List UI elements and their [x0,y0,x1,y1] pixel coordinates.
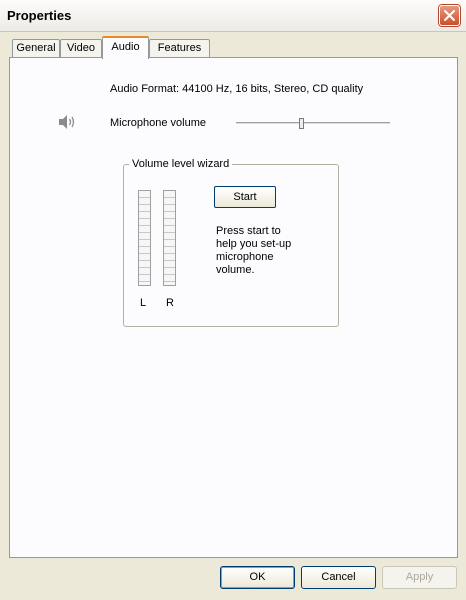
tab-audio[interactable]: Audio [102,36,149,59]
cancel-button[interactable]: Cancel [301,566,376,589]
left-level-meter [138,190,151,286]
wizard-help-text: Press start to help you set-up microphon… [216,225,292,276]
speaker-icon [59,115,75,129]
right-level-meter [163,190,176,286]
close-button[interactable] [439,5,460,26]
title-bar: Properties [0,0,466,32]
microphone-volume-label: Microphone volume [110,117,206,129]
volume-level-wizard-title: Volume level wizard [129,158,233,170]
ok-button[interactable]: OK [220,566,295,589]
right-channel-label: R [166,297,174,309]
tab-features[interactable]: Features [149,39,210,57]
microphone-volume-slider[interactable] [236,122,390,125]
microphone-volume-slider-thumb[interactable] [299,118,304,129]
tab-general[interactable]: General [12,39,60,57]
tab-video[interactable]: Video [60,39,102,57]
audio-format-text: Audio Format: 44100 Hz, 16 bits, Stereo,… [110,83,364,95]
close-icon [444,10,455,21]
left-channel-label: L [140,297,147,309]
window-title: Properties [7,8,72,23]
start-button[interactable]: Start [214,186,276,208]
apply-button[interactable]: Apply [382,566,457,589]
